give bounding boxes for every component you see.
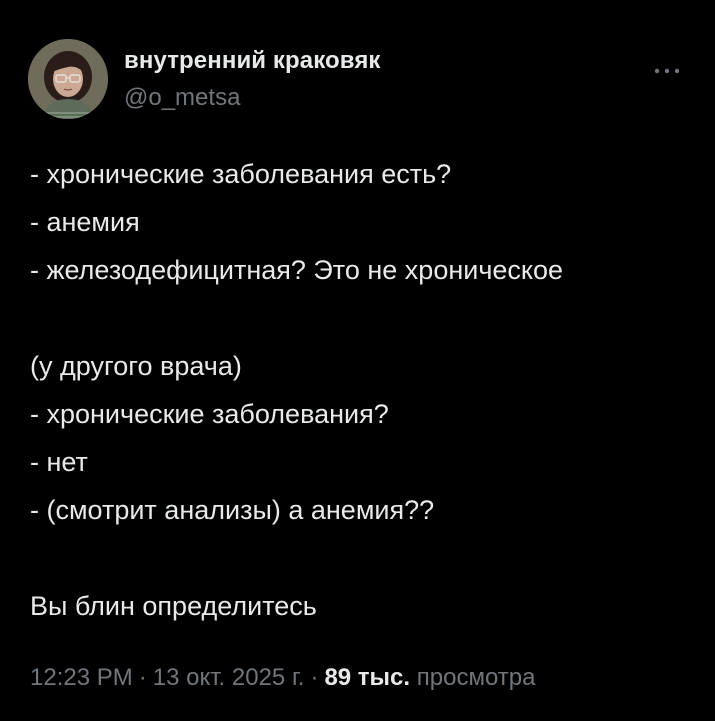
tweet-line: - хронические заболевания есть? xyxy=(30,159,452,189)
author-avatar[interactable] xyxy=(28,39,108,119)
more-options-button[interactable] xyxy=(650,60,690,80)
views-label: просмотра xyxy=(416,664,536,691)
tweet-text: - хронические заболевания есть? - анемия… xyxy=(30,150,700,630)
avatar-image xyxy=(28,39,108,119)
author-handle[interactable]: @o_metsa xyxy=(124,84,240,112)
tweet-date[interactable]: 13 окт. 2025 г. xyxy=(153,664,305,691)
tweet-line: - (смотрит анализы) а анемия?? xyxy=(30,495,435,525)
tweet: внутренний краковяк @o_metsa - хроническ… xyxy=(0,0,715,721)
meta-separator: · xyxy=(138,664,147,691)
views-count[interactable]: 89 тыс. xyxy=(324,664,410,691)
tweet-meta: 12:23 PM · 13 окт. 2025 г. · 89 тыс. просмот… xyxy=(30,664,535,692)
tweet-line: - нет xyxy=(30,447,88,477)
tweet-line: (у другого врача) xyxy=(30,351,242,381)
more-horizontal-icon xyxy=(654,68,680,74)
tweet-time[interactable]: 12:23 PM xyxy=(30,664,133,691)
tweet-line: - железодефицитная? Это не хроническое xyxy=(30,255,564,285)
meta-separator: · xyxy=(310,664,319,691)
tweet-line: - хронические заболевания? xyxy=(30,399,389,429)
tweet-line: - анемия xyxy=(30,207,140,237)
tweet-line: Вы блин определитесь xyxy=(30,591,317,621)
author-display-name[interactable]: внутренний краковяк xyxy=(124,47,381,75)
